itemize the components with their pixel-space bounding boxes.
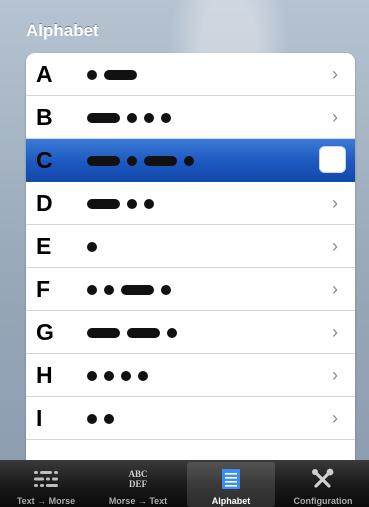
morse-dot	[138, 370, 148, 381]
morse-dash	[104, 69, 137, 80]
morse-dot	[167, 327, 177, 338]
letter-label: B	[36, 104, 53, 130]
list-icon	[222, 469, 240, 489]
list-item[interactable]: I ›	[26, 397, 355, 440]
morse-dot	[87, 69, 97, 80]
morse-dash	[87, 112, 120, 123]
morse-code	[87, 68, 137, 81]
morse-dot	[87, 413, 97, 424]
letter-label: H	[36, 362, 53, 388]
letter-label: C	[36, 147, 53, 173]
alphabet-list[interactable]: A › B › C D › E › F › G › H › I ›	[26, 53, 355, 460]
morse-code	[87, 326, 177, 339]
page-title: Alphabet	[26, 21, 99, 40]
morse-dash	[121, 284, 154, 295]
morse-dot	[127, 112, 137, 123]
tab-alphabet[interactable]: Alphabet	[187, 462, 275, 507]
list-item[interactable]: F ›	[26, 268, 355, 311]
morse-code	[87, 283, 171, 296]
def-text: DEF	[129, 479, 148, 489]
chevron-right-icon: ›	[332, 408, 338, 428]
chevron-right-icon: ›	[332, 236, 338, 256]
tab-label: Configuration	[293, 496, 353, 506]
list-item-selected[interactable]: C	[26, 139, 355, 182]
tab-text-to-morse[interactable]: Text → Morse	[2, 462, 90, 507]
morse-code	[87, 111, 171, 124]
morse-dot	[87, 241, 97, 252]
morse-dash	[87, 198, 120, 209]
morse-dash	[87, 327, 120, 338]
list-item[interactable]: H ›	[26, 354, 355, 397]
chevron-right-icon: ›	[332, 322, 338, 342]
list-item[interactable]: A ›	[26, 53, 355, 96]
morse-code	[87, 412, 114, 425]
morse-lines-icon	[34, 471, 58, 487]
list-item[interactable]: G ›	[26, 311, 355, 354]
tab-label: Alphabet	[211, 496, 251, 506]
list-item-partial[interactable]	[26, 440, 355, 460]
morse-dot	[184, 155, 194, 166]
morse-dot	[127, 198, 137, 209]
morse-dot	[121, 370, 131, 381]
morse-dot	[87, 284, 97, 295]
abc-text: ABC	[128, 469, 147, 479]
tab-morse-to-text[interactable]: ABC DEF Morse → Text	[94, 462, 182, 507]
abc-def-icon: ABC DEF	[128, 469, 148, 489]
morse-dot	[104, 370, 114, 381]
morse-dot	[87, 370, 97, 381]
list-item[interactable]: D ›	[26, 182, 355, 225]
selection-indicator-icon	[319, 146, 346, 173]
letter-label: I	[36, 405, 43, 431]
chevron-right-icon: ›	[332, 365, 338, 385]
tools-icon	[312, 468, 334, 488]
morse-dash	[144, 155, 177, 166]
morse-dot	[161, 112, 171, 123]
morse-dot	[161, 284, 171, 295]
list-item[interactable]: E ›	[26, 225, 355, 268]
morse-dot	[144, 112, 154, 123]
morse-code	[87, 154, 194, 167]
chevron-right-icon: ›	[332, 279, 338, 299]
tab-label: Morse → Text	[108, 496, 168, 506]
letter-label: D	[36, 190, 53, 216]
list-item[interactable]: B ›	[26, 96, 355, 139]
tab-configuration[interactable]: Configuration	[279, 462, 367, 507]
morse-dot	[104, 413, 114, 424]
tab-label: Text → Morse	[16, 496, 76, 506]
morse-dash	[127, 327, 160, 338]
letter-label: A	[36, 61, 53, 87]
chevron-right-icon: ›	[332, 107, 338, 127]
morse-dot	[104, 284, 114, 295]
morse-dot	[144, 198, 154, 209]
morse-code	[87, 240, 97, 253]
letter-label: F	[36, 276, 51, 302]
letter-label: E	[36, 233, 52, 259]
chevron-right-icon: ›	[332, 193, 338, 213]
morse-code	[87, 197, 154, 210]
chevron-right-icon: ›	[332, 64, 338, 84]
morse-dot	[127, 155, 137, 166]
tab-bar: Text → Morse ABC DEF Morse → Text Alphab…	[0, 460, 369, 507]
letter-label: G	[36, 319, 54, 345]
morse-code	[87, 369, 148, 382]
morse-dash	[87, 155, 120, 166]
